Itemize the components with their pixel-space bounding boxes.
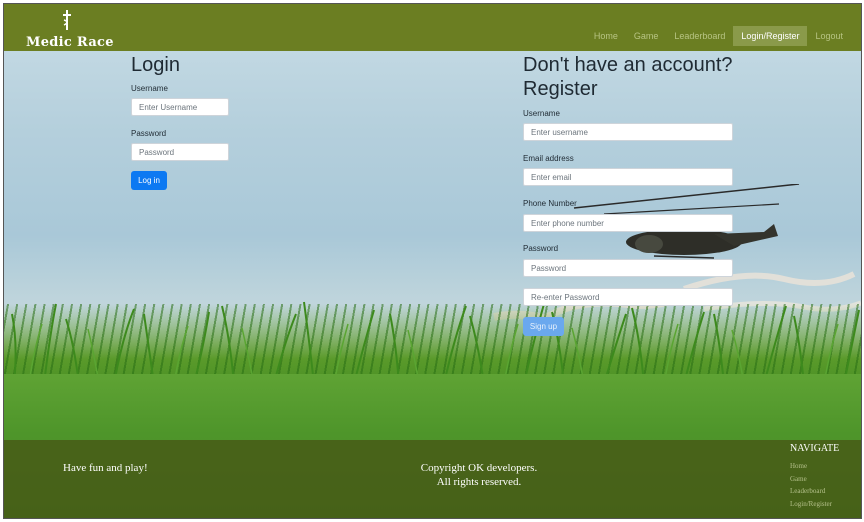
- brand-logo[interactable]: Medic Race: [26, 10, 114, 50]
- footer-copyright: Copyright OK developers. All rights rese…: [384, 461, 574, 489]
- footer: Have fun and play! Copyright OK develope…: [4, 440, 861, 518]
- copyright-line2: All rights reserved.: [436, 476, 522, 488]
- footer-tagline: Have fun and play!: [63, 462, 148, 474]
- login-username-input[interactable]: Enter Username: [131, 98, 229, 116]
- nav-home[interactable]: Home: [586, 26, 626, 46]
- cross-stick-icon: [63, 10, 71, 30]
- copyright-line1: Copyright OK developers.: [420, 462, 538, 474]
- register-phone-label: Phone Number: [523, 199, 577, 208]
- register-phone-input[interactable]: Enter phone number: [523, 214, 733, 232]
- navbar: Medic Race Home Game Leaderboard Login/R…: [4, 4, 861, 51]
- register-title: Don't have an account? Register: [523, 53, 733, 101]
- login-title: Login: [131, 54, 180, 76]
- register-password-input[interactable]: Password: [523, 259, 733, 277]
- signup-button[interactable]: Sign up: [523, 317, 564, 336]
- register-confirm-password-input[interactable]: Re-enter Password: [523, 288, 733, 306]
- footer-links: Home Game Leaderboard Login/Register: [790, 460, 832, 510]
- login-username-label: Username: [131, 84, 168, 93]
- nav-menu: Home Game Leaderboard Login/Register Log…: [586, 26, 851, 46]
- register-username-label: Username: [523, 109, 560, 118]
- page: Medic Race Home Game Leaderboard Login/R…: [3, 3, 862, 519]
- login-button[interactable]: Log in: [131, 171, 167, 190]
- register-email-label: Email address: [523, 154, 574, 163]
- footer-link-login-register[interactable]: Login/Register: [790, 498, 832, 511]
- footer-link-leaderboard[interactable]: Leaderboard: [790, 485, 832, 498]
- register-password-label: Password: [523, 244, 559, 253]
- nav-game[interactable]: Game: [626, 26, 667, 46]
- login-password-label: Password: [131, 129, 167, 138]
- footer-nav-heading: NAVIGATE: [790, 443, 840, 454]
- register-email-input[interactable]: Enter email: [523, 168, 733, 186]
- brand-name: Medic Race: [26, 35, 114, 50]
- footer-link-game[interactable]: Game: [790, 473, 832, 486]
- footer-link-home[interactable]: Home: [790, 460, 832, 473]
- register-username-input[interactable]: Enter username: [523, 123, 733, 141]
- login-password-input[interactable]: Password: [131, 143, 229, 161]
- nav-logout[interactable]: Logout: [807, 26, 851, 46]
- register-title-line1: Don't have an account?: [523, 54, 733, 76]
- nav-leaderboard[interactable]: Leaderboard: [666, 26, 733, 46]
- nav-login-register[interactable]: Login/Register: [733, 26, 808, 46]
- register-title-line2: Register: [523, 78, 598, 100]
